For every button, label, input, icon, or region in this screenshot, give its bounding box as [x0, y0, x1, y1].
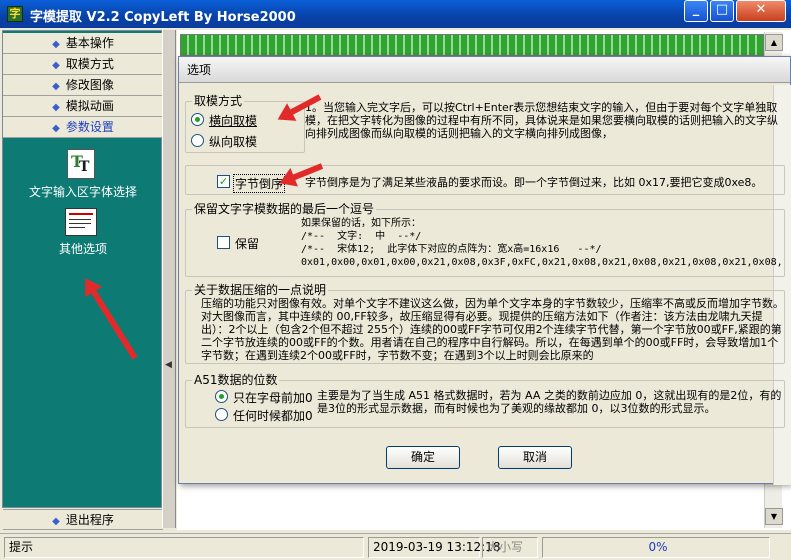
cancel-button[interactable]: 取消 — [498, 446, 572, 469]
mode-group-title: 取模方式 — [192, 94, 245, 108]
keep-comma-checkbox[interactable] — [217, 236, 230, 249]
scroll-down-icon[interactable]: ▼ — [765, 508, 783, 525]
nav-item-mode[interactable]: ◆ 取模方式 — [3, 54, 163, 75]
font-icon[interactable]: T T — [67, 149, 95, 179]
splitter-arrow-icon: ◀ — [165, 360, 172, 370]
a51-letter-radio[interactable] — [215, 390, 228, 403]
status-caps: 大小写 — [482, 537, 538, 558]
diamond-icon: ◆ — [52, 81, 60, 92]
diamond-icon: ◆ — [52, 60, 60, 71]
a51-always-label[interactable]: 任何时候都加0 — [233, 407, 313, 424]
status-datetime: 2019-03-19 13:12:18 — [368, 537, 500, 558]
keep-comma-title: 保留文字字模数据的最后一个逗号 — [192, 202, 377, 216]
ruler-bar — [180, 34, 764, 56]
mode-description: 1。当您输入完文字后，可以按Ctrl+Enter表示您想结束文字的输入，但由于要… — [305, 101, 778, 140]
maximize-button[interactable]: □ — [710, 0, 734, 22]
keep-comma-example: 如果保留的话，如下所示： /*-- 文字: 中 --*/ /*-- 宋体12; … — [301, 218, 783, 268]
pane-splitter[interactable]: ◀ — [162, 30, 176, 528]
scroll-up-icon[interactable]: ▲ — [765, 34, 783, 51]
horizontal-radio[interactable] — [191, 113, 204, 126]
keep-comma-label[interactable]: 保留 — [235, 235, 259, 252]
compress-title: 关于数据压缩的一点说明 — [192, 283, 329, 297]
nav-item-basic[interactable]: ◆ 基本操作 — [3, 33, 163, 54]
close-button[interactable]: ✕ — [736, 0, 786, 22]
left-nav: ◆ 基本操作 ◆ 取模方式 ◆ 修改图像 ◆ 模拟动画 ◆ 参数设置 T T 文字输入区字… — [2, 30, 163, 530]
compress-description: 压缩的功能只对图像有效。对单个文字不建议这么做，因为单个文字本身的字节数较少，压… — [201, 297, 784, 362]
vertical-radio[interactable] — [191, 134, 204, 147]
font-select-label[interactable]: 文字输入区字体选择 — [3, 183, 163, 200]
options-icon[interactable] — [65, 208, 97, 236]
status-progress: 0% — [542, 537, 770, 558]
title-bar: 字 字模提取 V2.2 CopyLeft By Horse2000 _ □ ✕ — [0, 0, 791, 28]
status-hint: 提示 — [4, 537, 364, 558]
diamond-icon: ◆ — [52, 123, 60, 134]
nav-item-settings[interactable]: ◆ 参数设置 — [3, 117, 163, 138]
byte-reverse-checkbox[interactable]: ✓ — [217, 175, 230, 188]
app-icon[interactable]: 字 — [7, 6, 23, 22]
a51-description: 主要是为了当生成 A51 格式数据时，若为 AA 之类的数前边应加 0，这就出现… — [317, 389, 782, 415]
a51-always-radio[interactable] — [215, 408, 228, 421]
diamond-icon: ◆ — [52, 39, 60, 50]
a51-title: A51数据的位数 — [192, 373, 280, 387]
minimize-button[interactable]: _ — [684, 0, 708, 22]
window-title: 字模提取 V2.2 CopyLeft By Horse2000 — [30, 10, 296, 25]
nav-item-animation[interactable]: ◆ 模拟动画 — [3, 96, 163, 117]
vertical-label[interactable]: 纵向取模 — [209, 133, 257, 150]
other-options-label[interactable]: 其他选项 — [3, 240, 163, 257]
diamond-icon: ◆ — [52, 516, 60, 527]
nav-item-edit-image[interactable]: ◆ 修改图像 — [3, 75, 163, 96]
status-bar: 提示 2019-03-19 13:12:18 大小写 0% — [0, 533, 791, 560]
byte-reverse-description: 字节倒序是为了满足某些液晶的要求而设。即一个字节倒过来，比如 0x17,要把它变… — [305, 176, 763, 189]
ok-button[interactable]: 确定 — [386, 446, 460, 469]
exit-button[interactable]: ◆ 退出程序 — [3, 509, 163, 530]
horizontal-label[interactable]: 横向取模 — [209, 112, 257, 129]
options-dialog: 选项 取模方式 横向取模 纵向取模 1。当您输入完文字后，可以按Ctrl+Ent… — [178, 56, 791, 485]
diamond-icon: ◆ — [52, 102, 60, 113]
a51-letter-label[interactable]: 只在字母前加0 — [233, 389, 313, 406]
dialog-title: 选项 — [179, 57, 790, 83]
